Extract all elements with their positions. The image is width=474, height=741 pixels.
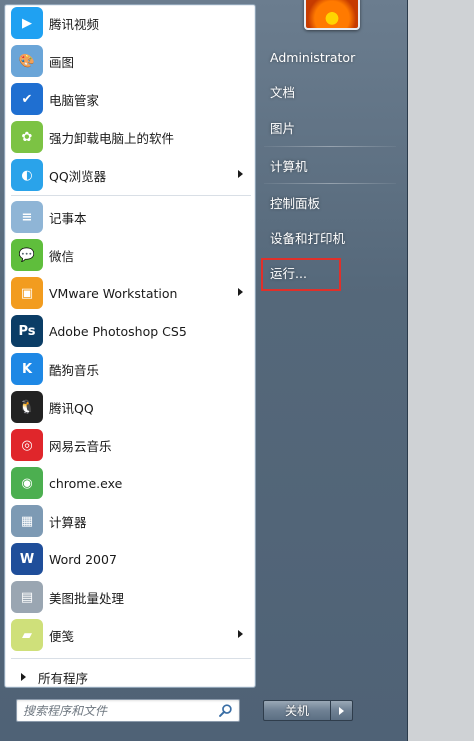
all-programs-button[interactable]: 所有程序 (7, 665, 253, 689)
search-icon[interactable] (218, 703, 233, 718)
program-label: 腾讯QQ (49, 400, 94, 416)
right-item-documents[interactable]: 文档 (264, 76, 396, 106)
right-item-control-panel[interactable]: 控制面板 (264, 187, 396, 217)
program-item[interactable]: W Word 2007 (7, 541, 253, 577)
chevron-right-icon (339, 707, 344, 715)
notepad-icon: ≡ (11, 201, 43, 233)
program-item[interactable]: ▰ 便笺 (7, 617, 253, 653)
program-label: 画图 (49, 54, 75, 70)
program-item[interactable]: ≡ 记事本 (7, 199, 253, 235)
program-item[interactable]: 🎨 画图 (7, 43, 253, 79)
search-input[interactable] (23, 702, 213, 719)
program-item[interactable]: ◎ 网易云音乐 (7, 427, 253, 463)
program-label: QQ浏览器 (49, 168, 107, 184)
chevron-right-icon[interactable] (238, 170, 243, 178)
paint-icon: 🎨 (11, 45, 43, 77)
right-item-devices-printers[interactable]: 设备和打印机 (264, 222, 396, 252)
meitu-batch-icon: ▤ (11, 581, 43, 613)
start-menu: ▶ 腾讯视频 🎨 画图 ✔ 电脑管家 ✿ 强力卸载电脑上的软件 ◐ QQ浏览器 ≡ 记事本 💬 微信 ▣ VM… (0, 0, 408, 741)
program-item[interactable]: ◐ QQ浏览器 (7, 157, 253, 193)
program-label: 腾讯视频 (49, 16, 100, 32)
qq-penguin-icon: 🐧 (11, 391, 43, 423)
kugou-icon: K (11, 353, 43, 385)
program-label: 便笺 (49, 628, 75, 644)
program-item[interactable]: 🐧 腾讯QQ (7, 389, 253, 425)
program-item[interactable]: ◉ chrome.exe (7, 465, 253, 501)
shutdown-options-button[interactable] (331, 700, 353, 721)
photoshop-icon: Ps (11, 315, 43, 347)
program-label: VMware Workstation (49, 285, 178, 301)
program-item[interactable]: K 酷狗音乐 (7, 351, 253, 387)
program-label: 记事本 (49, 210, 87, 226)
chevron-right-icon (21, 673, 26, 681)
chrome-icon: ◉ (11, 467, 43, 499)
program-label: Adobe Photoshop CS5 (49, 323, 187, 339)
pc-manager-icon: ✔ (11, 83, 43, 115)
vmware-icon: ▣ (11, 277, 43, 309)
run-highlight-box (261, 258, 341, 291)
chevron-right-icon[interactable] (238, 630, 243, 638)
tencent-video-icon: ▶ (11, 7, 43, 39)
program-item[interactable]: ▦ 计算器 (7, 503, 253, 539)
shutdown-button[interactable]: 关机 (263, 700, 331, 721)
separator (264, 183, 396, 184)
program-item[interactable]: ▶ 腾讯视频 (7, 5, 253, 41)
program-label: 电脑管家 (49, 92, 100, 108)
uninstaller-icon: ✿ (11, 121, 43, 153)
program-item[interactable]: ▤ 美图批量处理 (7, 579, 253, 615)
all-programs-label: 所有程序 (38, 670, 89, 686)
program-item[interactable]: ▣ VMware Workstation (7, 275, 253, 311)
program-item[interactable]: Ps Adobe Photoshop CS5 (7, 313, 253, 349)
separator (264, 146, 396, 147)
program-label: chrome.exe (49, 475, 123, 491)
qq-browser-icon: ◐ (11, 159, 43, 191)
program-label: 网易云音乐 (49, 438, 112, 454)
program-label: Word 2007 (49, 551, 117, 567)
program-item[interactable]: 💬 微信 (7, 237, 253, 273)
program-list: ▶ 腾讯视频 🎨 画图 ✔ 电脑管家 ✿ 强力卸载电脑上的软件 ◐ QQ浏览器 ≡ 记事本 💬 微信 ▣ VM… (4, 4, 256, 688)
word-icon: W (11, 543, 43, 575)
search-box[interactable] (16, 699, 240, 722)
calculator-icon: ▦ (11, 505, 43, 537)
separator (11, 195, 251, 196)
user-avatar[interactable] (304, 0, 360, 30)
program-label: 强力卸载电脑上的软件 (49, 130, 175, 146)
program-label: 美图批量处理 (49, 590, 125, 606)
sticky-notes-icon: ▰ (11, 619, 43, 651)
right-item-administrator[interactable]: Administrator (264, 42, 396, 72)
chevron-right-icon[interactable] (238, 288, 243, 296)
program-label: 计算器 (49, 514, 87, 530)
separator (11, 658, 251, 659)
program-label: 酷狗音乐 (49, 362, 100, 378)
wechat-icon: 💬 (11, 239, 43, 271)
netease-music-icon: ◎ (11, 429, 43, 461)
right-item-pictures[interactable]: 图片 (264, 112, 396, 142)
program-item[interactable]: ✔ 电脑管家 (7, 81, 253, 117)
right-item-computer[interactable]: 计算机 (264, 150, 396, 180)
desktop-background (408, 0, 474, 741)
program-item[interactable]: ✿ 强力卸载电脑上的软件 (7, 119, 253, 155)
program-label: 微信 (49, 248, 75, 264)
